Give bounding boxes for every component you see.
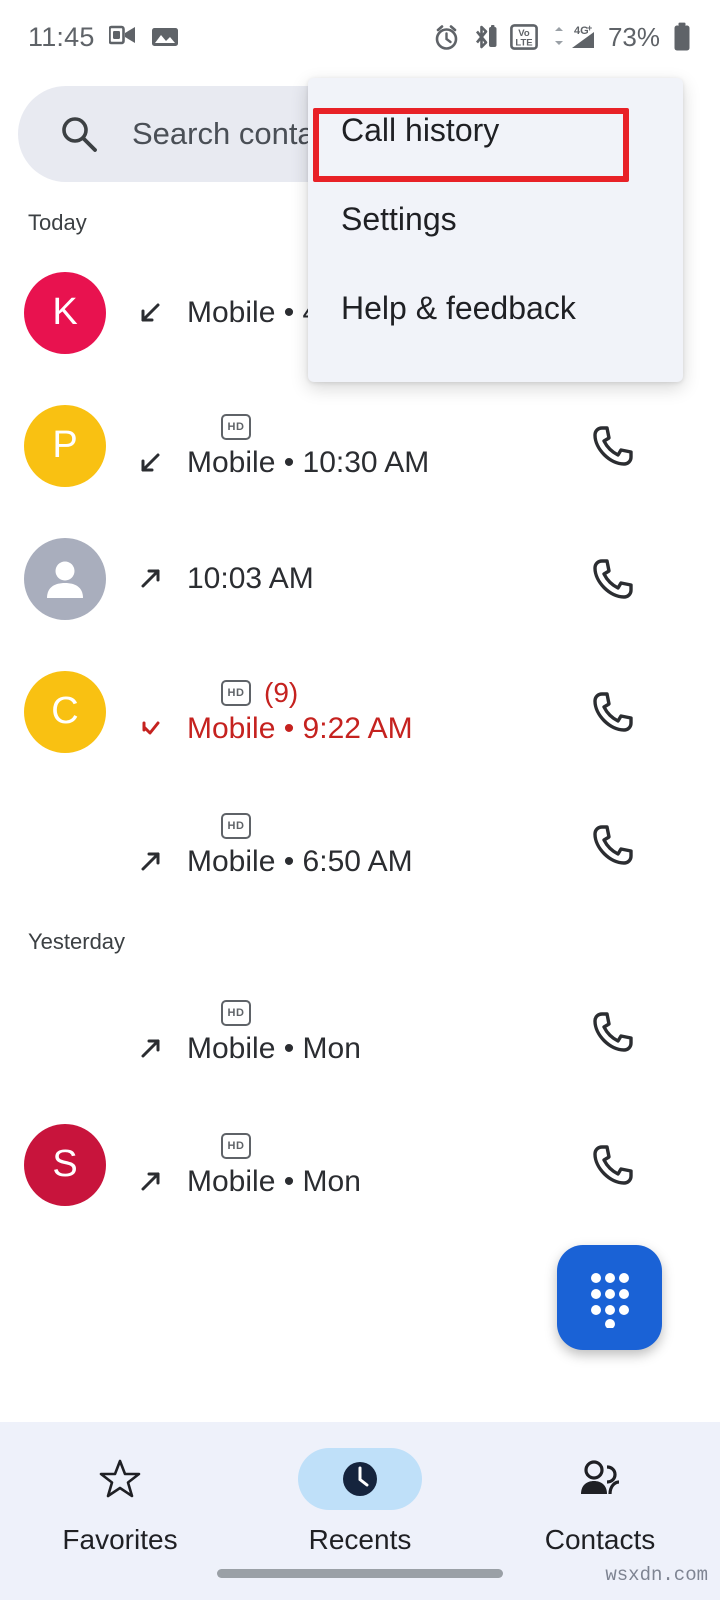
status-bar: 11:45 Vo LTE 4G + 73% bbox=[0, 0, 720, 74]
call-row-body: HD Mobile • Mon bbox=[135, 965, 361, 1098]
star-icon bbox=[98, 1457, 142, 1501]
nav-pill-recents bbox=[298, 1448, 422, 1510]
menu-item-label: Help & feedback bbox=[341, 290, 576, 326]
menu-item-settings[interactable]: Settings bbox=[308, 175, 683, 264]
call-row-body: HD Mobile • 6:50 AM bbox=[135, 778, 413, 911]
call-log-row[interactable]: S HD Mobile • Mon bbox=[0, 1098, 720, 1231]
volte-icon: Vo LTE bbox=[510, 23, 538, 51]
nav-label-favorites: Favorites bbox=[62, 1524, 178, 1555]
call-row-body: HD Mobile • Mon bbox=[135, 1098, 361, 1231]
call-row-body: Mobile • 44 bbox=[135, 246, 336, 379]
avatar bbox=[24, 537, 106, 620]
call-log-row[interactable]: 10:03 AM bbox=[0, 512, 720, 645]
overflow-menu[interactable]: Call history Settings Help & feedback bbox=[308, 78, 683, 382]
call-log-row[interactable]: HD Mobile • Mon bbox=[0, 965, 720, 1098]
missed-call-icon bbox=[142, 721, 160, 734]
avatar: S bbox=[24, 1123, 106, 1206]
menu-item-label: Call history bbox=[341, 112, 500, 148]
alarm-icon bbox=[433, 24, 460, 51]
call-row-meta: HD bbox=[221, 998, 361, 1028]
incoming-call-icon bbox=[141, 303, 160, 321]
call-row-line: Mobile • Mon bbox=[135, 1032, 361, 1066]
bluetooth-icon bbox=[472, 23, 498, 51]
call-log-row[interactable]: HD Mobile • 6:50 AM bbox=[0, 778, 720, 911]
nav-label-contacts: Contacts bbox=[544, 1524, 656, 1555]
outgoing-call-icon bbox=[141, 852, 160, 870]
call-row-line: Mobile • 44 bbox=[135, 296, 336, 330]
call-log-row[interactable]: P HD Mobile • 10:30 AM bbox=[0, 379, 720, 512]
call-row-meta: HD bbox=[221, 1131, 361, 1161]
battery-percent-label: 73% bbox=[607, 21, 660, 52]
nav-item-favorites[interactable]: Favorites bbox=[0, 1422, 240, 1600]
call-row-line: Mobile • Mon bbox=[135, 1165, 361, 1199]
hd-icon: HD bbox=[221, 812, 251, 839]
call-row-line: Mobile • 9:22 AM bbox=[135, 712, 413, 746]
svg-text:LTE: LTE bbox=[515, 38, 532, 49]
call-row-meta: HD bbox=[221, 412, 429, 442]
status-bar-right: Vo LTE 4G + 73% bbox=[433, 22, 692, 53]
call-detail-text: Mobile • Mon bbox=[187, 1031, 361, 1065]
avatar: K bbox=[24, 271, 106, 354]
battery-icon bbox=[672, 22, 692, 52]
search-icon bbox=[58, 113, 100, 155]
menu-item-help-feedback[interactable]: Help & feedback bbox=[308, 264, 683, 353]
hd-icon: HD bbox=[221, 413, 251, 440]
call-row-body: 10:03 AM bbox=[135, 512, 314, 645]
call-row-line: Mobile • 6:50 AM bbox=[135, 845, 413, 879]
hd-icon: HD bbox=[221, 999, 251, 1026]
dialpad-icon bbox=[584, 1268, 636, 1328]
nav-pill-favorites bbox=[58, 1448, 182, 1510]
bottom-navigation-bar: Favorites Recents Contacts wsxdn.com bbox=[0, 1422, 720, 1600]
nav-pill-contacts bbox=[538, 1448, 662, 1510]
outgoing-call-icon bbox=[141, 569, 160, 587]
watermark-text: wsxdn.com bbox=[605, 1564, 708, 1586]
call-detail-text: Mobile • 9:22 AM bbox=[187, 711, 413, 745]
avatar: P bbox=[24, 404, 106, 487]
dialpad-fab-button[interactable] bbox=[557, 1245, 662, 1350]
hd-icon: HD bbox=[221, 1132, 251, 1159]
call-row-body: HD Mobile • 10:30 AM bbox=[135, 379, 429, 512]
person-icon bbox=[47, 561, 83, 598]
menu-item-call-history[interactable]: Call history bbox=[308, 86, 683, 175]
image-icon bbox=[151, 25, 179, 49]
call-detail-text: 10:03 AM bbox=[187, 561, 314, 595]
call-count-label: (9) bbox=[264, 676, 299, 708]
call-detail-text: Mobile • 6:50 AM bbox=[187, 844, 413, 878]
call-detail-text: Mobile • Mon bbox=[187, 1164, 361, 1198]
call-log-row[interactable]: C HD (9) Mobile • 9:22 AM bbox=[0, 645, 720, 778]
clock-icon bbox=[339, 1458, 381, 1500]
avatar: C bbox=[24, 670, 106, 753]
outlook-icon bbox=[108, 24, 137, 50]
outgoing-call-icon bbox=[141, 1172, 160, 1190]
phone-screen: 11:45 Vo LTE 4G + 73% Search contacts To… bbox=[0, 0, 720, 1600]
nav-label-recents: Recents bbox=[308, 1524, 412, 1555]
call-row-line: 10:03 AM bbox=[135, 562, 314, 596]
people-icon bbox=[576, 1457, 624, 1501]
call-row-meta: HD bbox=[221, 811, 413, 841]
section-header: Yesterday bbox=[28, 929, 126, 954]
call-detail-text: Mobile • 10:30 AM bbox=[187, 445, 430, 479]
signal-4g-plus-icon: 4G + bbox=[550, 23, 596, 51]
menu-item-label: Settings bbox=[341, 201, 457, 237]
outgoing-call-icon bbox=[141, 1039, 160, 1057]
svg-text:+: + bbox=[587, 23, 592, 33]
status-time: 11:45 bbox=[28, 21, 95, 52]
home-gesture-bar[interactable] bbox=[217, 1569, 503, 1578]
call-row-meta: HD (9) bbox=[221, 676, 413, 708]
incoming-call-icon bbox=[141, 453, 160, 471]
status-bar-left: 11:45 bbox=[28, 22, 179, 53]
hd-icon: HD bbox=[221, 679, 251, 706]
call-row-body: HD (9) Mobile • 9:22 AM bbox=[135, 645, 413, 778]
call-row-line: Mobile • 10:30 AM bbox=[135, 446, 429, 480]
